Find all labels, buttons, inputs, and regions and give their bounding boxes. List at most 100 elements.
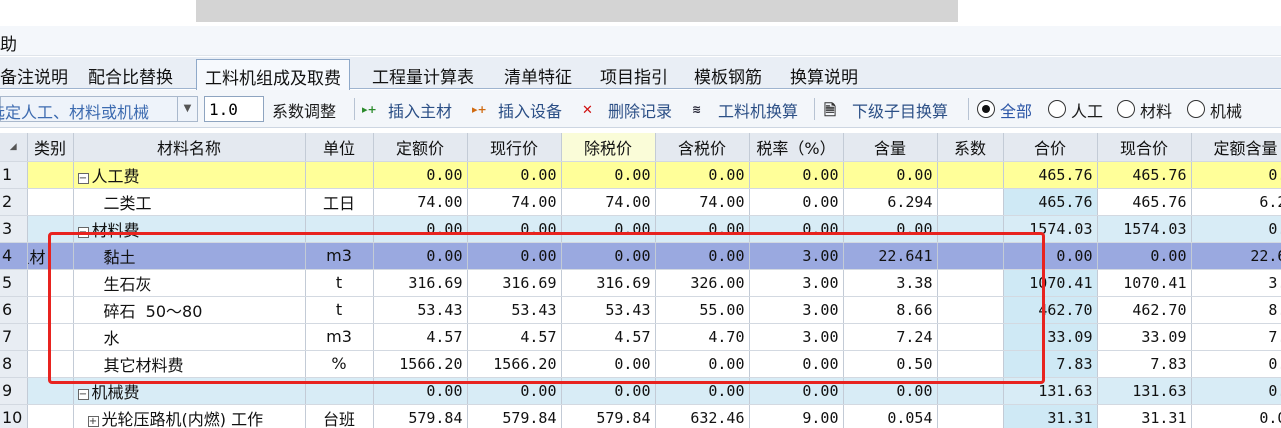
content-cell[interactable]: 3.38 <box>843 269 938 297</box>
quota-price-cell[interactable]: 0.00 <box>373 215 468 243</box>
current-price-cell[interactable]: 0.00 <box>467 215 562 243</box>
column-header[interactable]: 现合价 <box>1097 133 1192 162</box>
unit-cell[interactable]: t <box>305 296 374 324</box>
net-price-cell[interactable]: 0.00 <box>561 215 656 243</box>
collapse-icon[interactable]: − <box>77 172 89 184</box>
net-price-cell[interactable]: 0.00 <box>561 377 656 405</box>
coefficient-adjust-button[interactable]: 系数调整 <box>272 98 336 122</box>
tax-rate-cell[interactable]: 0.00 <box>749 161 844 189</box>
tax-rate-cell[interactable]: 0.00 <box>749 350 844 378</box>
tax-incl-price-cell[interactable]: 0.00 <box>655 350 750 378</box>
net-price-cell[interactable]: 0.00 <box>561 350 656 378</box>
coefficient-cell[interactable] <box>937 242 1004 270</box>
name-cell[interactable]: 生石灰 <box>73 269 306 297</box>
unit-cell[interactable]: % <box>305 350 374 378</box>
tab-remarks[interactable]: 备注说明 <box>0 59 76 89</box>
coefficient-cell[interactable] <box>937 215 1004 243</box>
total-cell[interactable]: 1070.41 <box>1003 269 1098 297</box>
current-total-cell[interactable]: 1070.41 <box>1097 269 1192 297</box>
filter-all-label[interactable]: 全部 <box>1000 98 1032 122</box>
quota-price-cell[interactable]: 4.57 <box>373 323 468 351</box>
coefficient-cell[interactable] <box>937 377 1004 405</box>
current-total-cell[interactable]: 31.31 <box>1097 404 1192 428</box>
category-cell[interactable]: 主材 <box>27 242 74 270</box>
quota-content-cell[interactable]: 7.2 <box>1191 323 1281 351</box>
tax-incl-price-cell[interactable]: 0.00 <box>655 161 750 189</box>
column-header[interactable]: 除税价 <box>561 133 656 162</box>
total-cell[interactable]: 465.76 <box>1003 188 1098 216</box>
quota-content-cell[interactable]: 22.64 <box>1191 242 1281 270</box>
tax-rate-cell[interactable]: 0.00 <box>749 377 844 405</box>
current-total-cell[interactable]: 1574.03 <box>1097 215 1192 243</box>
name-cell[interactable]: 黏土 <box>73 242 306 270</box>
net-price-cell[interactable]: 579.84 <box>561 404 656 428</box>
current-total-cell[interactable]: 131.63 <box>1097 377 1192 405</box>
current-price-cell[interactable]: 0.00 <box>467 242 562 270</box>
coefficient-cell[interactable] <box>937 323 1004 351</box>
current-total-cell[interactable]: 462.70 <box>1097 296 1192 324</box>
coefficient-cell[interactable] <box>937 188 1004 216</box>
table-row[interactable]: 3 − 材料费 0.00 0.00 0.00 0.00 0.00 0.00 157… <box>0 215 1281 243</box>
unit-cell[interactable] <box>305 161 374 189</box>
table-row[interactable]: 6 碎石 50～80 t 53.43 53.43 53.43 55.00 3.0… <box>0 296 1281 324</box>
tab-quantity-sheet[interactable]: 工程量计算表 <box>364 59 482 89</box>
unit-cell[interactable]: 台班 <box>305 404 374 428</box>
quota-content-cell[interactable]: 0.0 <box>1191 215 1281 243</box>
tax-rate-cell[interactable]: 3.00 <box>749 323 844 351</box>
quota-price-cell[interactable]: 53.43 <box>373 296 468 324</box>
tax-incl-price-cell[interactable]: 74.00 <box>655 188 750 216</box>
filter-labor-radio[interactable] <box>1048 100 1066 118</box>
category-cell[interactable] <box>27 404 74 428</box>
tax-incl-price-cell[interactable]: 0.00 <box>655 377 750 405</box>
table-row[interactable]: 7 水 m3 4.57 4.57 4.57 4.70 3.00 7.24 33.… <box>0 323 1281 351</box>
type-select[interactable]: 选定人工、材料或机械 ▼ <box>0 96 198 122</box>
tax-rate-cell[interactable]: 0.00 <box>749 215 844 243</box>
tax-incl-price-cell[interactable]: 0.00 <box>655 215 750 243</box>
quota-price-cell[interactable]: 579.84 <box>373 404 468 428</box>
tax-rate-cell[interactable]: 3.00 <box>749 242 844 270</box>
filter-machinery-radio[interactable] <box>1187 100 1205 118</box>
total-cell[interactable]: 465.76 <box>1003 161 1098 189</box>
current-price-cell[interactable]: 74.00 <box>467 188 562 216</box>
quota-content-cell[interactable]: 0.05 <box>1191 404 1281 428</box>
content-cell[interactable]: 6.294 <box>843 188 938 216</box>
category-cell[interactable] <box>27 296 74 324</box>
net-price-cell[interactable]: 316.69 <box>561 269 656 297</box>
quota-price-cell[interactable]: 74.00 <box>373 188 468 216</box>
chevron-down-icon[interactable]: ▼ <box>177 97 197 121</box>
net-price-cell[interactable]: 74.00 <box>561 188 656 216</box>
content-cell[interactable]: 8.66 <box>843 296 938 324</box>
collapse-icon[interactable]: − <box>77 388 89 400</box>
filter-all-radio[interactable] <box>977 100 995 118</box>
table-row[interactable]: 1 − 人工费 0.00 0.00 0.00 0.00 0.00 0.00 465… <box>0 161 1281 189</box>
current-price-cell[interactable]: 579.84 <box>467 404 562 428</box>
unit-cell[interactable]: m3 <box>305 242 374 270</box>
tax-rate-cell[interactable]: 3.00 <box>749 296 844 324</box>
net-price-cell[interactable]: 4.57 <box>561 323 656 351</box>
content-cell[interactable]: 0.00 <box>843 161 938 189</box>
name-cell[interactable]: − 机械费 <box>73 377 306 405</box>
name-cell[interactable]: 水 <box>73 323 306 351</box>
quota-price-cell[interactable]: 316.69 <box>373 269 468 297</box>
tax-incl-price-cell[interactable]: 55.00 <box>655 296 750 324</box>
total-cell[interactable]: 31.31 <box>1003 404 1098 428</box>
current-total-cell[interactable]: 465.76 <box>1097 188 1192 216</box>
total-cell[interactable]: 0.00 <box>1003 242 1098 270</box>
column-header[interactable]: 现行价 <box>467 133 562 162</box>
quota-content-cell[interactable]: 3.3 <box>1191 269 1281 297</box>
unit-cell[interactable]: t <box>305 269 374 297</box>
column-header[interactable]: 税率（%） <box>749 133 844 162</box>
column-header[interactable]: 定额价 <box>373 133 468 162</box>
name-cell[interactable]: 二类工 <box>73 188 306 216</box>
name-cell[interactable]: 碎石 50～80 <box>73 296 306 324</box>
category-cell[interactable] <box>27 215 74 243</box>
category-cell[interactable] <box>27 188 74 216</box>
menu-help[interactable]: 助 <box>0 30 17 55</box>
current-total-cell[interactable]: 7.83 <box>1097 350 1192 378</box>
current-total-cell[interactable]: 33.09 <box>1097 323 1192 351</box>
current-price-cell[interactable]: 53.43 <box>467 296 562 324</box>
quota-price-cell[interactable]: 0.00 <box>373 377 468 405</box>
coefficient-cell[interactable] <box>937 296 1004 324</box>
content-cell[interactable]: 22.641 <box>843 242 938 270</box>
column-header[interactable]: 含税价 <box>655 133 750 162</box>
